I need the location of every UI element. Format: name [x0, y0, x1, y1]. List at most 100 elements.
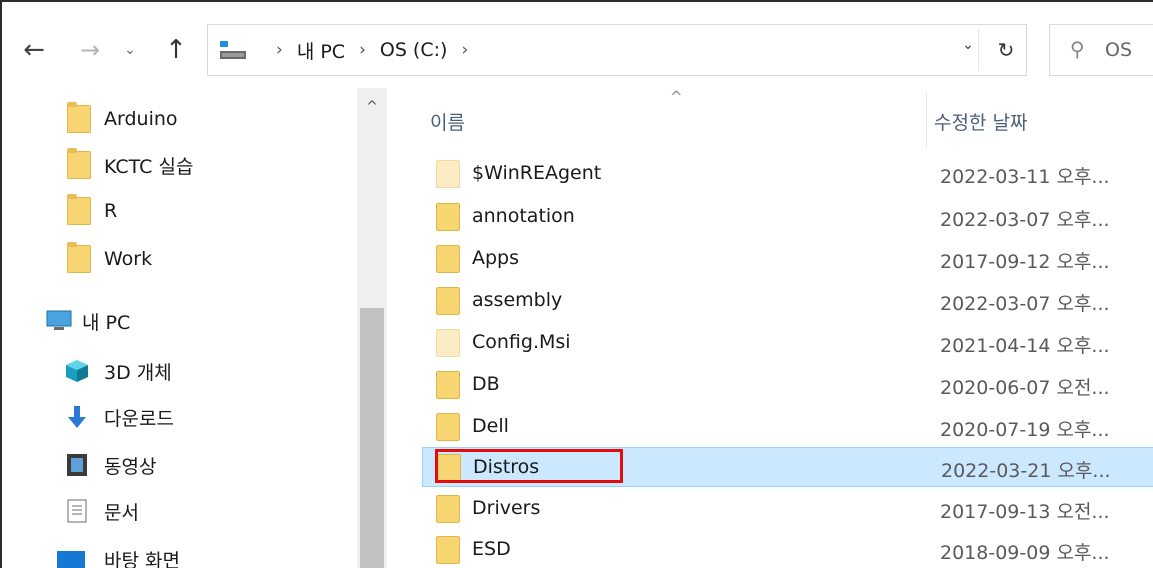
- nav-item-label: KCTC 실습: [104, 155, 194, 178]
- file-name: Dell: [472, 415, 509, 437]
- recent-locations-button[interactable]: ⌄: [118, 30, 142, 70]
- breadcrumb-chevron-icon[interactable]: ›: [276, 40, 283, 60]
- nav-item-documents[interactable]: 문서: [4, 488, 359, 534]
- file-name: ESD: [472, 538, 511, 560]
- 3d-objects-icon: [62, 356, 92, 386]
- file-row[interactable]: $WinREAgent 2022-03-11 오후...: [422, 154, 1153, 194]
- pc-icon: [220, 41, 246, 59]
- file-row-selected[interactable]: Distros 2022-03-21 오후...: [422, 447, 1153, 487]
- breadcrumb-item-drive[interactable]: OS (C:): [380, 39, 448, 61]
- download-icon: [62, 402, 92, 432]
- nav-item-label: 바탕 화면: [104, 549, 180, 568]
- folder-icon: [436, 329, 460, 357]
- breadcrumb-chevron-icon[interactable]: ›: [359, 40, 366, 60]
- file-row[interactable]: Drivers 2017-09-13 오전...: [422, 489, 1153, 529]
- nav-item-label: 다운로드: [104, 407, 174, 430]
- file-name: Apps: [472, 247, 520, 269]
- breadcrumb-item-pc[interactable]: 내 PC: [297, 37, 345, 64]
- breadcrumb: › 내 PC › OS (C:) ›: [262, 25, 482, 75]
- file-row[interactable]: annotation 2022-03-07 오후...: [422, 197, 1153, 237]
- video-icon: [62, 450, 92, 480]
- nav-item-label: Work: [104, 248, 153, 270]
- nav-item-my-pc[interactable]: 내 PC: [4, 298, 359, 344]
- desktop-icon: [56, 544, 86, 568]
- file-row[interactable]: Apps 2017-09-12 오후...: [422, 239, 1153, 279]
- file-name: $WinREAgent: [472, 162, 602, 184]
- navigation-bar: ← → ⌄ ↑ › 내 PC › OS (C:) › ⌄ ↻ ⚲ OS: [2, 2, 1153, 102]
- nav-item-arduino[interactable]: Arduino: [4, 96, 359, 142]
- file-name: Distros: [473, 456, 540, 478]
- file-date: 2022-03-21 오후...: [941, 460, 1111, 482]
- pc-icon: [44, 306, 74, 336]
- file-date: 2020-06-07 오전...: [940, 377, 1110, 399]
- nav-item-label: 동영상: [104, 455, 157, 478]
- file-name: assembly: [472, 289, 563, 311]
- up-arrow-icon: ↑: [165, 35, 187, 65]
- file-date: 2018-09-09 오후...: [940, 542, 1110, 564]
- search-icon: ⚲: [1070, 37, 1085, 61]
- folder-icon: [64, 102, 94, 134]
- file-list: 이름 ^ 수정한 날짜 $WinREAgent 2022-03-11 오후...…: [402, 88, 1153, 568]
- nav-item-downloads[interactable]: 다운로드: [4, 394, 359, 440]
- folder-icon: [436, 371, 460, 399]
- address-dropdown-icon[interactable]: ⌄: [956, 37, 980, 53]
- file-row[interactable]: assembly 2022-03-07 오후...: [422, 281, 1153, 321]
- file-name: Drivers: [472, 497, 541, 519]
- folder-icon: [436, 495, 460, 523]
- nav-item-label: Arduino: [104, 108, 178, 130]
- search-placeholder: OS: [1105, 39, 1133, 61]
- column-divider[interactable]: [926, 92, 927, 148]
- navigation-pane: Arduino KCTC 실습 R Work 내 PC 3D 개체 다운로드 동…: [4, 88, 389, 568]
- folder-icon: [437, 454, 461, 482]
- file-date: 2022-03-07 오후...: [940, 209, 1110, 231]
- folder-icon: [64, 242, 94, 274]
- search-box[interactable]: ⚲ OS: [1049, 24, 1153, 76]
- nav-item-kctc[interactable]: KCTC 실습: [4, 142, 359, 188]
- file-row[interactable]: ESD 2018-09-09 오후...: [422, 530, 1153, 568]
- nav-item-label: R: [104, 200, 118, 222]
- folder-icon: [436, 536, 460, 564]
- nav-item-3d-objects[interactable]: 3D 개체: [4, 348, 359, 394]
- forward-button[interactable]: →: [72, 30, 108, 70]
- folder-icon: [436, 160, 460, 188]
- file-row[interactable]: Config.Msi 2021-04-14 오후...: [422, 323, 1153, 363]
- file-row[interactable]: Dell 2020-07-19 오후...: [422, 407, 1153, 447]
- file-row[interactable]: DB 2020-06-07 오전...: [422, 365, 1153, 405]
- folder-icon: [436, 287, 460, 315]
- file-date: 2022-03-11 오후...: [940, 166, 1110, 188]
- breadcrumb-chevron-icon[interactable]: ›: [461, 40, 468, 60]
- scrollbar-thumb[interactable]: [360, 308, 384, 568]
- nav-item-work[interactable]: Work: [4, 236, 359, 282]
- nav-item-desktop[interactable]: 바탕 화면: [4, 536, 359, 568]
- scroll-up-icon[interactable]: ^: [357, 92, 387, 122]
- file-date: 2020-07-19 오후...: [940, 419, 1110, 441]
- folder-icon: [436, 203, 460, 231]
- refresh-icon: ↻: [997, 38, 1015, 62]
- nav-item-label: 3D 개체: [104, 361, 172, 384]
- file-date: 2017-09-13 오전...: [940, 501, 1110, 523]
- nav-pane-scrollbar[interactable]: ^: [357, 88, 387, 568]
- nav-item-label: 내 PC: [82, 311, 131, 334]
- up-button[interactable]: ↑: [158, 30, 194, 70]
- file-name: Config.Msi: [472, 331, 571, 353]
- address-bar[interactable]: › 내 PC › OS (C:) › ⌄ ↻: [207, 24, 1027, 76]
- folder-icon: [64, 148, 94, 180]
- back-button[interactable]: ←: [16, 30, 52, 70]
- nav-item-videos[interactable]: 동영상: [4, 442, 359, 488]
- folder-icon: [436, 245, 460, 273]
- file-date: 2022-03-07 오후...: [940, 293, 1110, 315]
- folder-icon: [436, 413, 460, 441]
- refresh-button[interactable]: ↻: [986, 33, 1026, 67]
- nav-item-label: 문서: [104, 501, 139, 524]
- file-date: 2021-04-14 오후...: [940, 335, 1110, 357]
- document-icon: [62, 496, 92, 526]
- column-header: 이름 ^ 수정한 날짜: [402, 88, 1153, 148]
- column-header-date[interactable]: 수정한 날짜: [934, 108, 1027, 135]
- nav-item-r[interactable]: R: [4, 188, 359, 234]
- file-date: 2017-09-12 오후...: [940, 251, 1110, 273]
- explorer-window: ← → ⌄ ↑ › 내 PC › OS (C:) › ⌄ ↻ ⚲ OS Ardu…: [0, 0, 1153, 568]
- column-header-name[interactable]: 이름: [430, 108, 465, 135]
- file-name: annotation: [472, 205, 575, 227]
- chevron-down-icon: ⌄: [124, 42, 136, 58]
- back-arrow-icon: ←: [23, 35, 45, 65]
